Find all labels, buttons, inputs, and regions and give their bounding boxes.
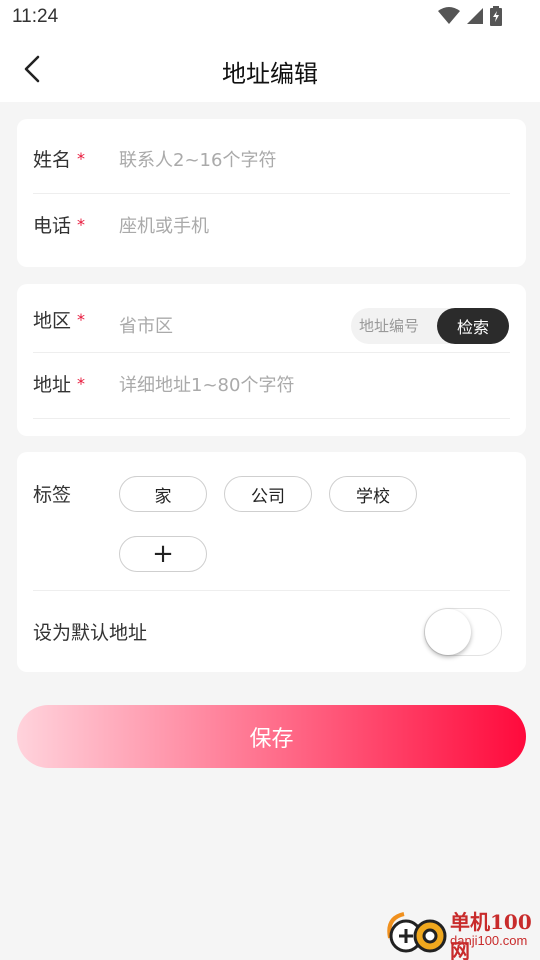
search-button[interactable]: 检索 — [437, 308, 509, 344]
address-code-input[interactable] — [359, 311, 439, 341]
detail-required-mark: * — [77, 374, 86, 393]
detail-row: 地址 * — [33, 368, 510, 404]
region-required-mark: * — [77, 310, 86, 329]
phone-row: 电话 * — [33, 209, 510, 245]
divider — [33, 352, 510, 353]
tags-card: 标签 家 公司 学校 + 设为默认地址 — [17, 452, 526, 672]
divider — [33, 193, 510, 194]
tag-home[interactable]: 家 — [119, 476, 207, 512]
divider — [33, 590, 510, 591]
watermark-url: danji100.com — [450, 933, 528, 948]
save-button[interactable]: 保存 — [17, 705, 526, 768]
tags-label: 标签 — [33, 484, 72, 506]
tag-company[interactable]: 公司 — [224, 476, 312, 512]
default-address-toggle[interactable] — [424, 608, 502, 656]
phone-label-text: 电话 — [33, 215, 72, 237]
toggle-knob — [425, 609, 471, 655]
phone-input[interactable] — [119, 211, 439, 241]
wifi-icon — [438, 7, 460, 24]
detail-label: 地址 * — [33, 370, 85, 397]
default-address-label: 设为默认地址 — [33, 622, 148, 644]
name-label-text: 姓名 — [33, 149, 72, 171]
address-code-search: 检索 — [351, 308, 509, 344]
contact-card: 姓名 * 电话 * — [17, 119, 526, 267]
watermark-logo-icon — [387, 912, 447, 953]
name-input[interactable] — [119, 145, 439, 175]
name-label: 姓名 * — [33, 145, 85, 172]
signal-icon — [467, 8, 483, 24]
address-card: 地区 * 检索 地址 * — [17, 284, 526, 436]
region-label: 地区 * — [33, 306, 85, 333]
region-label-text: 地区 — [33, 310, 72, 332]
add-tag-button[interactable]: + — [119, 536, 207, 572]
battery-icon — [490, 6, 502, 26]
divider — [33, 418, 510, 419]
page-title: 地址编辑 — [222, 60, 318, 88]
region-picker[interactable] — [119, 311, 339, 341]
tag-school[interactable]: 学校 — [329, 476, 417, 512]
status-time: 11:24 — [12, 6, 59, 27]
status-bar: 11:24 — [0, 0, 540, 36]
status-icons — [438, 6, 502, 26]
watermark: 单机100网 danji100.com — [384, 904, 536, 960]
phone-label: 电话 * — [33, 211, 85, 238]
detail-address-input[interactable] — [119, 370, 439, 400]
detail-label-text: 地址 — [33, 374, 72, 396]
header-bar: 地址编辑 — [0, 36, 540, 102]
name-required-mark: * — [77, 149, 86, 168]
phone-required-mark: * — [77, 215, 86, 234]
name-row: 姓名 * — [33, 143, 510, 179]
